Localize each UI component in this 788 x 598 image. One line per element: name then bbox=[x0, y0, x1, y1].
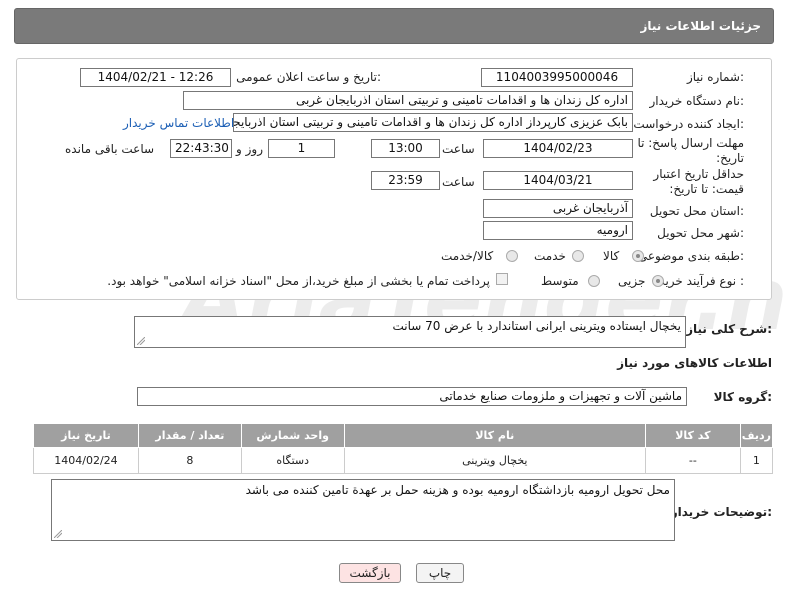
purchase-type-radio-medium[interactable] bbox=[588, 275, 600, 287]
price-validity-time-label: ساعت bbox=[442, 175, 475, 189]
buyer-org-field[interactable]: اداره کل زندان ها و اقدامات تامینی و ترب… bbox=[183, 91, 633, 110]
cell-item-name: یخچال ویترینی bbox=[343, 447, 646, 474]
reply-deadline-label: مهلت ارسال پاسخ: تا تاریخ: bbox=[637, 136, 744, 165]
price-validity-label: حداقل تاریخ اعتبار قیمت: تا تاریخ: bbox=[653, 167, 744, 196]
resize-grip-icon[interactable] bbox=[54, 530, 62, 538]
delivery-city-label: شهر محل تحویل: bbox=[657, 226, 744, 240]
delivery-province-label: استان محل تحویل: bbox=[649, 204, 744, 218]
col-header-quantity: تعداد / مقدار bbox=[137, 423, 242, 448]
description-text: یخچال ایستاده ویترینی ایرانی استاندارد ب… bbox=[392, 319, 681, 333]
buyer-notes-text: محل تحویل ارومیه بازداشتگاه ارومیه بوده … bbox=[245, 483, 670, 497]
category-label: طبقه بندی موضوعی: bbox=[637, 249, 744, 263]
remaining-days-field[interactable]: 1 bbox=[268, 139, 335, 158]
description-label: شرح کلی نیاز: bbox=[686, 322, 772, 336]
category-radio-goods[interactable] bbox=[632, 250, 644, 262]
reply-deadline-date-field[interactable]: 1404/02/23 bbox=[483, 139, 633, 158]
announce-datetime-label: تاریخ و ساعت اعلان عمومی: bbox=[236, 70, 381, 84]
cell-need-date: 1404/02/24 bbox=[33, 447, 139, 474]
buyer-notes-textarea[interactable]: محل تحویل ارومیه بازداشتگاه ارومیه بوده … bbox=[51, 479, 675, 541]
col-header-item-name: نام کالا bbox=[343, 423, 646, 448]
reply-deadline-time-field[interactable]: 13:00 bbox=[371, 139, 440, 158]
col-header-row-number: ردیف bbox=[739, 423, 774, 448]
goods-group-label: گروه کالا: bbox=[713, 390, 772, 404]
category-radio-goods-service[interactable] bbox=[506, 250, 518, 262]
remaining-time-label: ساعت باقی مانده bbox=[65, 142, 155, 156]
page-header: جزئیات اطلاعات نیاز bbox=[14, 8, 774, 44]
table-header-row: ردیف کد کالا نام کالا واحد شمارش تعداد /… bbox=[33, 423, 774, 448]
cell-item-code: -- bbox=[644, 447, 741, 474]
purchase-type-option-minor: جزیی bbox=[618, 274, 646, 288]
table-row[interactable]: 1 -- یخچال ویترینی دستگاه 8 1404/02/24 bbox=[33, 447, 774, 474]
announce-datetime-field[interactable]: 1404/02/21 - 12:26 bbox=[80, 68, 231, 87]
requester-label: ایجاد کننده درخواست: bbox=[633, 117, 744, 131]
back-button[interactable]: بازگشت bbox=[339, 563, 401, 583]
need-number-field[interactable]: 1104003995000046 bbox=[481, 68, 633, 87]
purchase-type-label: نوع فرآیند خرید : bbox=[659, 274, 744, 288]
category-option-goods: کالا bbox=[603, 249, 620, 263]
price-validity-time-field[interactable]: 23:59 bbox=[371, 171, 440, 190]
requester-field[interactable]: بابک عزیزی کارپرداز اداره کل زندان ها و … bbox=[233, 113, 633, 132]
cell-unit: دستگاه bbox=[240, 447, 345, 474]
delivery-city-field[interactable]: ارومیه bbox=[483, 221, 633, 240]
col-header-need-date: تاریخ نیاز bbox=[33, 423, 139, 448]
print-button[interactable]: چاپ bbox=[416, 563, 464, 583]
col-header-item-code: کد کالا bbox=[644, 423, 741, 448]
resize-grip-icon[interactable] bbox=[137, 337, 145, 345]
page-title: جزئیات اطلاعات نیاز bbox=[640, 19, 761, 33]
buyer-notes-label: توضیحات خریدار: bbox=[670, 505, 772, 519]
col-header-unit: واحد شمارش bbox=[240, 423, 345, 448]
remaining-time-field[interactable]: 22:43:30 bbox=[170, 139, 232, 158]
treasury-payment-note: پرداخت تمام یا بخشی از مبلغ خرید،از محل … bbox=[107, 274, 490, 288]
buyer-org-label: نام دستگاه خریدار: bbox=[649, 94, 745, 108]
description-textarea[interactable]: یخچال ایستاده ویترینی ایرانی استاندارد ب… bbox=[134, 316, 686, 348]
need-number-label: شماره نیاز: bbox=[686, 70, 744, 84]
price-validity-date-field[interactable]: 1404/03/21 bbox=[483, 171, 633, 190]
category-option-service: خدمت bbox=[534, 249, 566, 263]
days-label: روز و bbox=[236, 142, 263, 156]
purchase-type-radio-minor[interactable] bbox=[652, 275, 664, 287]
reply-deadline-time-label: ساعت bbox=[442, 142, 475, 156]
category-radio-service[interactable] bbox=[572, 250, 584, 262]
cell-row-number: 1 bbox=[739, 447, 774, 474]
buyer-contact-link[interactable]: اطلاعات تماس خریدار bbox=[123, 116, 234, 130]
category-option-goods-service: کالا/خدمت bbox=[441, 249, 494, 263]
cell-quantity: 8 bbox=[137, 447, 242, 474]
goods-group-field[interactable]: ماشین آلات و تجهیزات و ملزومات صنایع خدم… bbox=[137, 387, 687, 406]
treasury-payment-checkbox[interactable] bbox=[496, 273, 508, 285]
purchase-type-option-medium: متوسط bbox=[541, 274, 579, 288]
delivery-province-field[interactable]: آذربایجان غربی bbox=[483, 199, 633, 218]
goods-table: ردیف کد کالا نام کالا واحد شمارش تعداد /… bbox=[33, 423, 774, 474]
goods-section-title: اطلاعات کالاهای مورد نیاز bbox=[617, 356, 772, 370]
